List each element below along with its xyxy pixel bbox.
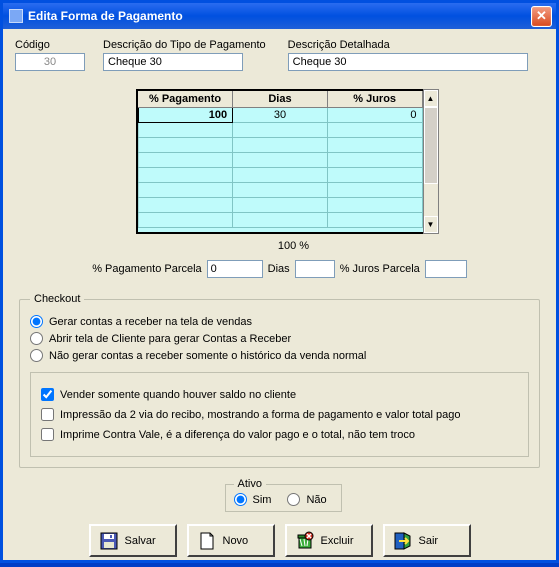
delete-icon bbox=[295, 531, 315, 551]
novo-label: Novo bbox=[223, 535, 249, 547]
parcela-pct-input[interactable] bbox=[207, 260, 263, 278]
grid-total-label: 100 % bbox=[127, 240, 432, 252]
window-title: Edita Forma de Pagamento bbox=[28, 9, 183, 23]
detalhada-label: Descrição Detalhada bbox=[288, 39, 528, 51]
parcela-dias-input[interactable] bbox=[295, 260, 335, 278]
parcela-juros-label: % Juros Parcela bbox=[340, 263, 420, 275]
new-icon bbox=[197, 531, 217, 551]
grid-scrollbar[interactable]: ▲ ▼ bbox=[423, 89, 439, 234]
checkout-radio-2-label: Não gerar contas a receber somente o his… bbox=[49, 350, 366, 362]
ativo-nao-label: Não bbox=[306, 494, 326, 506]
chk-saldo-label: Vender somente quando houver saldo no cl… bbox=[60, 389, 296, 401]
scroll-down-icon[interactable]: ▼ bbox=[424, 216, 438, 233]
codigo-input[interactable] bbox=[15, 53, 85, 71]
chk-2via-label: Impressão da 2 via do recibo, mostrando … bbox=[60, 409, 461, 421]
col-juros[interactable]: % Juros bbox=[327, 91, 422, 108]
grid-row[interactable]: 100 30 0 bbox=[138, 108, 422, 123]
scroll-up-icon[interactable]: ▲ bbox=[424, 90, 438, 107]
novo-button[interactable]: Novo bbox=[187, 524, 275, 557]
excluir-label: Excluir bbox=[321, 535, 354, 547]
cell-dias[interactable]: 30 bbox=[233, 108, 328, 123]
checkout-radio-2[interactable] bbox=[30, 349, 43, 362]
sair-button[interactable]: Sair bbox=[383, 524, 471, 557]
parcela-juros-input[interactable] bbox=[425, 260, 467, 278]
titlebar[interactable]: Edita Forma de Pagamento ✕ bbox=[3, 3, 556, 29]
installments-grid[interactable]: % Pagamento Dias % Juros 100 30 0 bbox=[136, 89, 424, 234]
checkout-flags: Vender somente quando houver saldo no cl… bbox=[30, 372, 529, 457]
col-dias[interactable]: Dias bbox=[233, 91, 328, 108]
close-button[interactable]: ✕ bbox=[531, 6, 552, 27]
parcela-pct-label: % Pagamento Parcela bbox=[92, 263, 201, 275]
checkout-radio-1[interactable] bbox=[30, 332, 43, 345]
parcela-dias-label: Dias bbox=[268, 263, 290, 275]
col-pagamento[interactable]: % Pagamento bbox=[138, 91, 233, 108]
excluir-button[interactable]: Excluir bbox=[285, 524, 373, 557]
window: Edita Forma de Pagamento ✕ Código Descri… bbox=[0, 0, 559, 563]
chk-contravale[interactable] bbox=[41, 428, 54, 441]
app-icon bbox=[9, 9, 23, 23]
checkout-group: Checkout Gerar contas a receber na tela … bbox=[19, 293, 540, 468]
save-icon bbox=[99, 531, 119, 551]
ativo-legend: Ativo bbox=[234, 478, 266, 490]
salvar-label: Salvar bbox=[125, 535, 156, 547]
chk-contravale-label: Imprime Contra Vale, é a diferença do va… bbox=[60, 429, 415, 441]
ativo-sim-label: Sim bbox=[253, 494, 272, 506]
chk-2via[interactable] bbox=[41, 408, 54, 421]
chk-saldo[interactable] bbox=[41, 388, 54, 401]
exit-icon bbox=[393, 531, 413, 551]
tipo-input[interactable] bbox=[103, 53, 243, 71]
close-icon: ✕ bbox=[536, 8, 547, 24]
cell-juros[interactable]: 0 bbox=[327, 108, 422, 123]
checkout-radio-1-label: Abrir tela de Cliente para gerar Contas … bbox=[49, 333, 291, 345]
scroll-thumb[interactable] bbox=[424, 107, 438, 184]
checkout-radio-0-label: Gerar contas a receber na tela de vendas bbox=[49, 316, 252, 328]
salvar-button[interactable]: Salvar bbox=[89, 524, 177, 557]
sair-label: Sair bbox=[419, 535, 439, 547]
codigo-label: Código bbox=[15, 39, 85, 51]
ativo-sim-radio[interactable] bbox=[234, 493, 247, 506]
ativo-group: Ativo Sim Não bbox=[225, 478, 342, 512]
cell-pct[interactable]: 100 bbox=[138, 108, 233, 123]
client-area: Código Descrição do Tipo de Pagamento De… bbox=[3, 29, 556, 567]
ativo-nao-radio[interactable] bbox=[287, 493, 300, 506]
checkout-legend: Checkout bbox=[30, 293, 84, 305]
tipo-label: Descrição do Tipo de Pagamento bbox=[103, 39, 266, 51]
detalhada-input[interactable] bbox=[288, 53, 528, 71]
checkout-radio-0[interactable] bbox=[30, 315, 43, 328]
